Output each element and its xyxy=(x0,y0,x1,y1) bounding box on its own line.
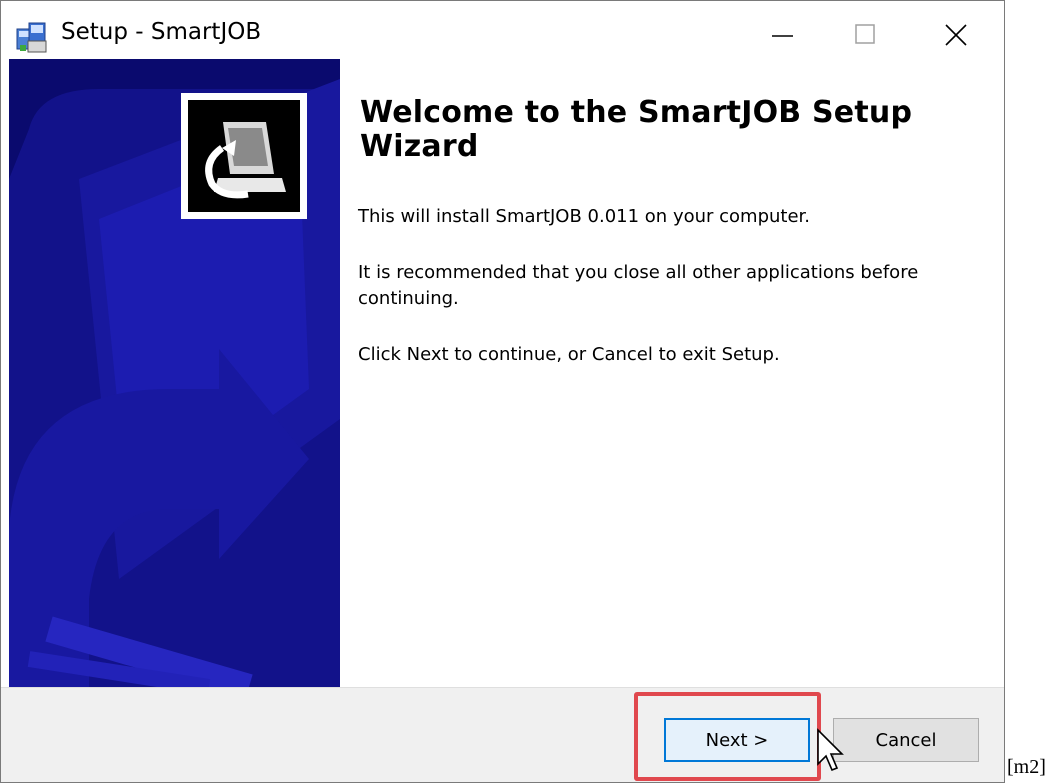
maximize-button[interactable] xyxy=(828,1,910,67)
install-info-text: This will install SmartJOB 0.011 on your… xyxy=(358,206,811,227)
wizard-side-banner xyxy=(9,59,340,687)
wizard-content: Welcome to the SmartJOB Setup Wizard Thi… xyxy=(340,59,1004,687)
close-apps-text: It is recommended that you close all oth… xyxy=(358,262,919,309)
wizard-footer: Next > Cancel xyxy=(1,687,1004,782)
step-marker-label: [m2] xyxy=(1007,756,1046,778)
setup-logo xyxy=(181,93,307,219)
cancel-button[interactable]: Cancel xyxy=(833,718,979,762)
setup-window: Setup - SmartJOB Welcome to the SmartJOB… xyxy=(0,0,1005,783)
wizard-heading: Welcome to the SmartJOB Setup Wizard xyxy=(360,95,913,164)
next-button[interactable]: Next > xyxy=(664,718,810,762)
mouse-pointer-icon xyxy=(816,728,844,778)
minimize-button[interactable] xyxy=(746,1,828,67)
next-cancel-text: Click Next to continue, or Cancel to exi… xyxy=(358,344,780,365)
title-bar[interactable]: Setup - SmartJOB xyxy=(1,1,1004,67)
window-title: Setup - SmartJOB xyxy=(61,19,262,45)
setup-app-icon xyxy=(14,21,48,55)
close-button[interactable] xyxy=(914,1,996,67)
